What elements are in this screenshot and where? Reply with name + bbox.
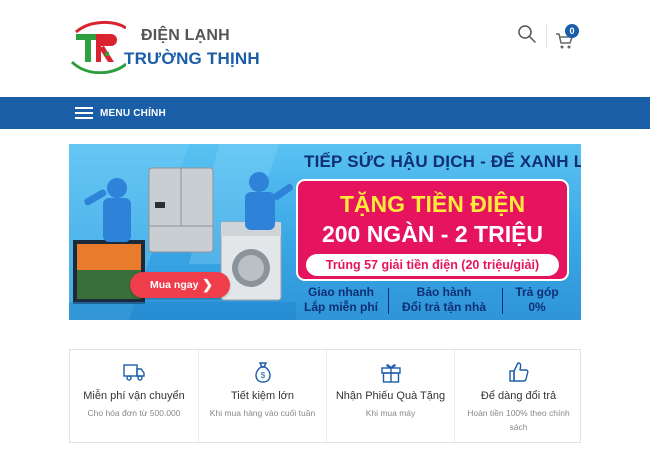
feature-warranty: Bảo hành Đổi trả tận nhà [392, 285, 496, 315]
service-description: Khi mua hàng vào cuối tuần [209, 408, 316, 418]
thumbs-up-icon [509, 362, 529, 382]
truck-icon [123, 364, 145, 381]
banner-headline: TIẾP SỨC HẬU DỊCH - ĐỂ XANH LO [304, 152, 581, 171]
feature-line: 0% [528, 300, 546, 314]
svg-text:$: $ [261, 371, 266, 380]
buy-now-button[interactable]: Mua ngay ❯ [130, 272, 230, 298]
service-title: Nhận Phiếu Quà Tặng [335, 390, 446, 402]
promo-amount: 200 NGÀN - 2 TRIỆU [321, 221, 544, 247]
search-icon [518, 25, 536, 43]
service-description: Khi mua máy [365, 408, 416, 418]
service-title: Miễn phí vận chuyển [83, 390, 185, 402]
service-title: Tiết kiệm lớn [230, 390, 295, 402]
main-menu-toggle[interactable]: MENU CHÍNH [75, 97, 166, 129]
promo-title: TẶNG TIỀN ĐIỆN [339, 191, 526, 217]
hamburger-icon [75, 107, 93, 119]
service-description: Cho hóa đơn từ 500.000 [87, 408, 181, 418]
menu-label: MENU CHÍNH [100, 107, 166, 119]
header-divider [546, 24, 547, 48]
promo-box: TẶNG TIỀN ĐIỆN 200 NGÀN - 2 TRIỆU Trúng … [296, 179, 569, 281]
banner-features: Giao nhanh Lắp miễn phí Bảo hành Đổi trả… [296, 285, 571, 317]
gift-icon [381, 364, 401, 383]
service-item-easy-returns[interactable]: Để dàng đổi trả Hoàn tiền 100% theo chín… [454, 350, 582, 442]
feature-divider [388, 288, 389, 314]
money-bag-icon: $ [255, 362, 271, 383]
promo-banner[interactable]: TIẾP SỨC HẬU DỊCH - ĐỂ XANH LO TẶNG TIỀN… [69, 144, 581, 320]
logo-mark-icon [70, 21, 126, 74]
feature-divider [502, 288, 503, 314]
site-logo[interactable]: ĐIỆN LẠNH TRƯỜNG THỊNH [70, 18, 260, 74]
service-description: Hoàn tiền 100% theo chính sách [467, 408, 570, 432]
service-item-free-shipping[interactable]: Miễn phí vận chuyển Cho hóa đơn từ 500.0… [70, 350, 198, 442]
feature-line: Lắp miễn phí [303, 300, 378, 314]
feature-line: Giao nhanh [308, 285, 374, 299]
site-header: ĐIỆN LẠNH TRƯỜNG THỊNH 0 [0, 0, 650, 97]
service-title: Để dàng đổi trả [480, 390, 557, 402]
cart-button[interactable]: 0 [555, 24, 581, 50]
feature-line: Trả góp [515, 285, 559, 299]
chevron-right-icon: ❯ [202, 277, 213, 292]
service-highlights: Miễn phí vận chuyển Cho hóa đơn từ 500.0… [69, 349, 581, 443]
promo-subtitle: Trúng 57 giải tiền điện (20 triệu/giải) [306, 254, 559, 276]
page: ĐIỆN LẠNH TRƯỜNG THỊNH 0 MENU CHÍNH TIẾP… [0, 0, 650, 450]
service-item-gift-voucher[interactable]: Nhận Phiếu Quà Tặng Khi mua máy [326, 350, 454, 442]
cart-count-badge: 0 [565, 24, 579, 38]
feature-installment: Trả góp 0% [508, 285, 566, 315]
service-item-savings[interactable]: $ Tiết kiệm lớn Khi mua hàng vào cuối tu… [198, 350, 326, 442]
logo-text-top: ĐIỆN LẠNH [141, 27, 230, 44]
main-nav-bar: MENU CHÍNH [0, 97, 650, 129]
feature-delivery: Giao nhanh Lắp miễn phí [298, 285, 384, 315]
feature-line: Bảo hành [416, 285, 472, 299]
buy-now-label: Mua ngay [150, 279, 199, 291]
logo-text-bottom: TRƯỜNG THỊNH [124, 49, 260, 68]
feature-line: Đổi trả tận nhà [401, 300, 486, 314]
search-button[interactable] [517, 24, 537, 44]
